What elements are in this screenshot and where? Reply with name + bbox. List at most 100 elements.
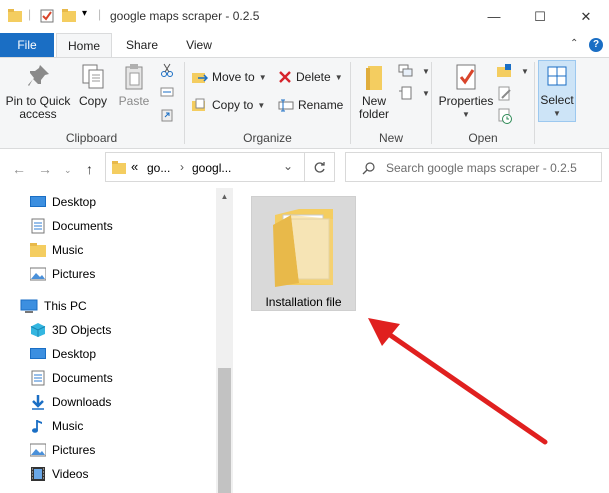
pictures-icon: [30, 267, 46, 281]
rename-button[interactable]: Rename: [278, 98, 343, 112]
documents-icon: [31, 218, 45, 234]
copy-to-button[interactable]: Copy to ▼: [192, 98, 265, 112]
properties-button[interactable]: Properties ▼: [435, 62, 497, 121]
rename-label: Rename: [298, 98, 344, 112]
nav-item-documents[interactable]: Documents: [30, 214, 113, 238]
copy-button[interactable]: Copy: [74, 62, 112, 108]
new-folder-icon: [366, 66, 382, 90]
edit-icon: [498, 86, 511, 101]
tab-file[interactable]: File: [0, 33, 54, 57]
nav-item-documents-pc[interactable]: Documents: [30, 366, 113, 390]
window-title: google maps scraper - 0.2.5: [110, 9, 260, 23]
desktop-icon: [30, 348, 46, 359]
new-folder-button[interactable]: New folder: [354, 62, 394, 121]
nav-item-3d-objects[interactable]: 3D Objects: [30, 318, 111, 342]
nav-scroll-thumb[interactable]: [218, 368, 231, 493]
tab-home[interactable]: Home: [56, 33, 112, 58]
new-item-icon: [398, 64, 413, 77]
nav-item-videos[interactable]: Videos: [30, 462, 88, 486]
new-item-button[interactable]: ▼: [398, 64, 430, 78]
copy-path-icon[interactable]: [160, 86, 174, 98]
close-button[interactable]: ✕: [563, 0, 609, 33]
recent-locations-icon[interactable]: ⌄: [64, 165, 72, 176]
breadcrumb-separator-icon[interactable]: ›: [180, 160, 184, 174]
nav-item-this-pc[interactable]: This PC: [20, 294, 87, 318]
tab-view[interactable]: View: [172, 33, 226, 57]
address-dropdown-icon[interactable]: ⌄: [283, 159, 293, 173]
rename-icon: [278, 99, 294, 112]
easy-access-button[interactable]: ▼: [398, 86, 430, 100]
nav-item-label: 3D Objects: [52, 323, 112, 337]
nav-item-downloads[interactable]: Downloads: [30, 390, 111, 414]
delete-button[interactable]: Delete ▼: [278, 70, 343, 84]
ribbon-tabs: File Home Share View ⌃ ?: [0, 33, 609, 58]
pin-to-quick-access-button[interactable]: Pin to Quick access: [4, 62, 72, 121]
open-button[interactable]: ▼: [497, 64, 529, 78]
forward-arrow-icon[interactable]: →: [38, 161, 52, 177]
delete-label: Delete: [296, 70, 331, 84]
pin-label-line2: access: [19, 107, 57, 121]
customize-quick-access-icon[interactable]: ▾: [82, 8, 87, 19]
collapse-ribbon-icon[interactable]: ⌃: [570, 38, 578, 49]
cut-icon[interactable]: [160, 63, 174, 77]
history-icon: [498, 108, 512, 124]
annotation-arrow: [368, 318, 548, 445]
tab-share[interactable]: Share: [114, 33, 170, 57]
open-group: Properties ▼ ▼ Open: [433, 58, 533, 148]
downloads-icon: [32, 395, 44, 410]
move-to-label: Move to: [212, 70, 255, 84]
open-folder-icon: [497, 64, 511, 77]
move-to-icon: [192, 73, 208, 83]
properties-label: Properties: [438, 94, 494, 108]
refresh-icon: [314, 161, 325, 173]
nav-item-music-pc[interactable]: Music: [30, 414, 83, 438]
group-divider: [350, 62, 351, 144]
chevron-down-icon: ▼: [258, 72, 267, 82]
nav-item-music[interactable]: Music: [30, 238, 83, 262]
search-box[interactable]: Search google maps scraper - 0.2.5: [345, 152, 602, 182]
scroll-up-icon[interactable]: ▲: [216, 192, 233, 201]
nav-item-pictures[interactable]: Pictures: [30, 262, 95, 286]
refresh-button[interactable]: [305, 152, 335, 182]
folder-icon: [30, 243, 46, 257]
select-button[interactable]: Select ▼: [538, 60, 576, 122]
documents-icon: [31, 370, 45, 386]
pin-icon: [28, 65, 49, 86]
properties-quick-access-icon[interactable]: [40, 9, 54, 26]
up-arrow-icon[interactable]: ↑: [86, 161, 93, 177]
chevron-down-icon: ▼: [334, 72, 343, 82]
breadcrumb-item[interactable]: googl...: [192, 161, 231, 175]
music-icon: [32, 420, 42, 433]
copy-icon: [82, 64, 104, 89]
breadcrumb-overflow-icon[interactable]: «: [131, 159, 138, 174]
maximize-button[interactable]: ☐: [517, 0, 563, 33]
paste-shortcut-icon[interactable]: [160, 108, 174, 122]
nav-item-label: Desktop: [52, 347, 97, 361]
new-folder-quick-access-icon[interactable]: [62, 9, 76, 25]
new-group-label: New: [378, 131, 403, 145]
folder-icon: [112, 161, 126, 174]
nav-item-pictures-pc[interactable]: Pictures: [30, 438, 95, 462]
paste-button[interactable]: Paste: [114, 62, 154, 108]
back-arrow-icon[interactable]: ←: [12, 161, 26, 177]
organize-group: Move to ▼ Copy to ▼ Delete ▼ Rename Orga…: [186, 58, 349, 148]
minimize-button[interactable]: —: [471, 0, 517, 33]
move-to-button[interactable]: Move to ▼: [192, 70, 267, 84]
breadcrumb-item[interactable]: go...: [147, 161, 170, 175]
nav-item-label: Pictures: [52, 443, 96, 457]
search-input[interactable]: Search google maps scraper - 0.2.5: [386, 161, 577, 175]
edit-button[interactable]: [497, 86, 513, 102]
open-group-label: Open: [468, 131, 498, 145]
address-bar[interactable]: « go... › googl... ⌄: [105, 152, 305, 182]
nav-item-desktop-pc[interactable]: Desktop: [30, 342, 96, 366]
nav-item-desktop[interactable]: Desktop: [30, 190, 96, 214]
title-separator: |: [98, 7, 102, 21]
paste-icon: [125, 64, 143, 90]
folder-item[interactable]: Installation file: [251, 196, 356, 311]
chevron-down-icon: ▼: [521, 66, 529, 76]
organize-group-label: Organize: [243, 131, 292, 145]
group-divider: [534, 62, 535, 144]
help-button[interactable]: ?: [589, 38, 603, 52]
history-button[interactable]: [497, 108, 513, 124]
chevron-down-icon: ▼: [422, 88, 430, 98]
